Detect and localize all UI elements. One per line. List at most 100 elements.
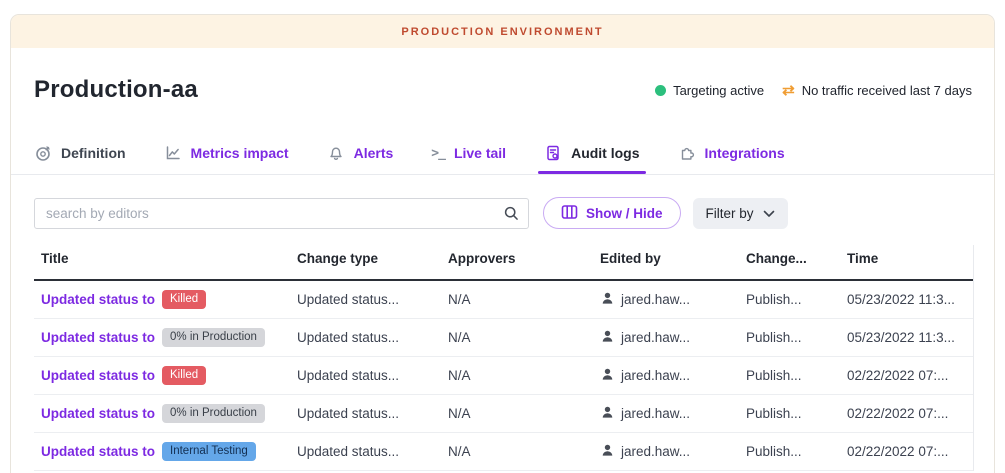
row-time: 02/22/2022 07:... — [847, 368, 973, 383]
row-edited-cell: jared.haw... — [600, 367, 746, 385]
search-input[interactable] — [34, 198, 529, 229]
row-title-link[interactable]: Updated status to — [41, 444, 155, 459]
row-edited-cell: jared.haw... — [600, 443, 746, 461]
column-header-edited-by: Edited by — [600, 251, 746, 266]
columns-icon — [561, 204, 578, 223]
tab-label: Live tail — [454, 145, 506, 161]
row-change-type: Updated status... — [297, 330, 448, 345]
column-header-change-type: Change type — [297, 251, 448, 266]
environment-card: PRODUCTION ENVIRONMENT Production-aa Tar… — [10, 14, 995, 473]
show-hide-label: Show / Hide — [586, 206, 663, 221]
person-icon — [600, 443, 615, 461]
row-approvers: N/A — [448, 368, 600, 383]
traffic-status-label: No traffic received last 7 days — [802, 83, 972, 98]
audit-log-table: Title Change type Approvers Edited by Ch… — [34, 245, 974, 471]
row-change-type: Updated status... — [297, 368, 448, 383]
row-edited-cell: jared.haw... — [600, 291, 746, 309]
row-title-cell: Updated status to Internal Testing — [34, 442, 297, 462]
page-header: Production-aa Targeting active ⇄ No traf… — [11, 48, 994, 134]
table-row[interactable]: Updated status to Killed Updated status.… — [34, 357, 973, 395]
page-title: Production-aa — [34, 76, 198, 104]
tab-bar: Definition Metrics impact Alerts >_ Li — [11, 134, 994, 175]
person-icon — [600, 291, 615, 309]
production-environment-banner: PRODUCTION ENVIRONMENT — [11, 15, 994, 48]
tab-integrations[interactable]: Integrations — [678, 134, 785, 174]
targeting-status: Targeting active — [655, 83, 764, 98]
bell-icon — [327, 144, 345, 162]
row-approvers: N/A — [448, 330, 600, 345]
person-icon — [600, 405, 615, 423]
column-header-title: Title — [34, 251, 297, 266]
row-status-badge: Killed — [162, 290, 206, 310]
tab-label: Integrations — [705, 145, 785, 161]
row-title-link[interactable]: Updated status to — [41, 406, 155, 421]
filter-by-label: Filter by — [706, 206, 754, 221]
row-time: 05/23/2022 11:3... — [847, 292, 973, 307]
row-title-link[interactable]: Updated status to — [41, 368, 155, 383]
row-approvers: N/A — [448, 406, 600, 421]
row-title-cell: Updated status to Killed — [34, 366, 297, 386]
row-change: Publish... — [746, 406, 847, 421]
tab-label: Metrics impact — [191, 145, 289, 161]
table-row[interactable]: Updated status to Internal Testing Updat… — [34, 433, 973, 471]
row-change: Publish... — [746, 330, 847, 345]
tab-label: Alerts — [354, 145, 394, 161]
audit-table-body: Updated status to Killed Updated status.… — [34, 281, 973, 471]
row-time: 02/22/2022 07:... — [847, 406, 973, 421]
puzzle-icon — [678, 144, 696, 162]
row-status-badge: 0% in Production — [162, 328, 265, 348]
tab-audit-logs[interactable]: Audit logs — [544, 134, 639, 174]
row-status-badge: Internal Testing — [162, 442, 256, 462]
person-icon — [600, 329, 615, 347]
row-change-type: Updated status... — [297, 406, 448, 421]
row-approvers: N/A — [448, 292, 600, 307]
column-header-approvers: Approvers — [448, 251, 600, 266]
row-status-badge: Killed — [162, 366, 206, 386]
tab-metrics-impact[interactable]: Metrics impact — [164, 134, 289, 174]
green-status-dot-icon — [655, 85, 666, 96]
traffic-arrows-icon: ⇄ — [782, 83, 795, 98]
row-time: 05/23/2022 11:3... — [847, 330, 973, 345]
tab-definition[interactable]: Definition — [34, 134, 126, 174]
tab-label: Audit logs — [571, 145, 639, 161]
row-approvers: N/A — [448, 444, 600, 459]
traffic-status: ⇄ No traffic received last 7 days — [782, 83, 972, 98]
row-edited-by: jared.haw... — [621, 406, 690, 421]
filter-by-button[interactable]: Filter by — [693, 198, 788, 229]
table-row[interactable]: Updated status to 0% in Production Updat… — [34, 395, 973, 433]
search-wrap — [34, 198, 529, 229]
definition-target-icon — [34, 144, 52, 162]
row-title-cell: Updated status to Killed — [34, 290, 297, 310]
audit-log-document-icon — [544, 144, 562, 162]
column-header-change: Change... — [746, 251, 847, 266]
row-edited-by: jared.haw... — [621, 368, 690, 383]
row-edited-by: jared.haw... — [621, 330, 690, 345]
row-edited-by: jared.haw... — [621, 292, 690, 307]
audit-toolbar: Show / Hide Filter by — [11, 175, 994, 229]
row-edited-by: jared.haw... — [621, 444, 690, 459]
tab-label: Definition — [61, 145, 126, 161]
banner-label: PRODUCTION ENVIRONMENT — [401, 26, 603, 38]
row-title-cell: Updated status to 0% in Production — [34, 328, 297, 348]
row-status-badge: 0% in Production — [162, 404, 265, 424]
row-edited-cell: jared.haw... — [600, 405, 746, 423]
tab-alerts[interactable]: Alerts — [327, 134, 394, 174]
row-change: Publish... — [746, 292, 847, 307]
row-edited-cell: jared.haw... — [600, 329, 746, 347]
row-time: 02/22/2022 07:... — [847, 444, 973, 459]
row-change: Publish... — [746, 368, 847, 383]
show-hide-columns-button[interactable]: Show / Hide — [543, 197, 681, 229]
table-row[interactable]: Updated status to 0% in Production Updat… — [34, 319, 973, 357]
row-change: Publish... — [746, 444, 847, 459]
table-row[interactable]: Updated status to Killed Updated status.… — [34, 281, 973, 319]
targeting-status-label: Targeting active — [673, 83, 764, 98]
row-title-link[interactable]: Updated status to — [41, 292, 155, 307]
search-icon — [503, 205, 520, 227]
header-status-group: Targeting active ⇄ No traffic received l… — [655, 83, 972, 98]
table-header-row: Title Change type Approvers Edited by Ch… — [34, 245, 973, 281]
row-change-type: Updated status... — [297, 292, 448, 307]
tab-live-tail[interactable]: >_ Live tail — [431, 134, 506, 174]
row-title-link[interactable]: Updated status to — [41, 330, 155, 345]
metrics-chart-icon — [164, 144, 182, 162]
terminal-icon: >_ — [431, 146, 445, 161]
